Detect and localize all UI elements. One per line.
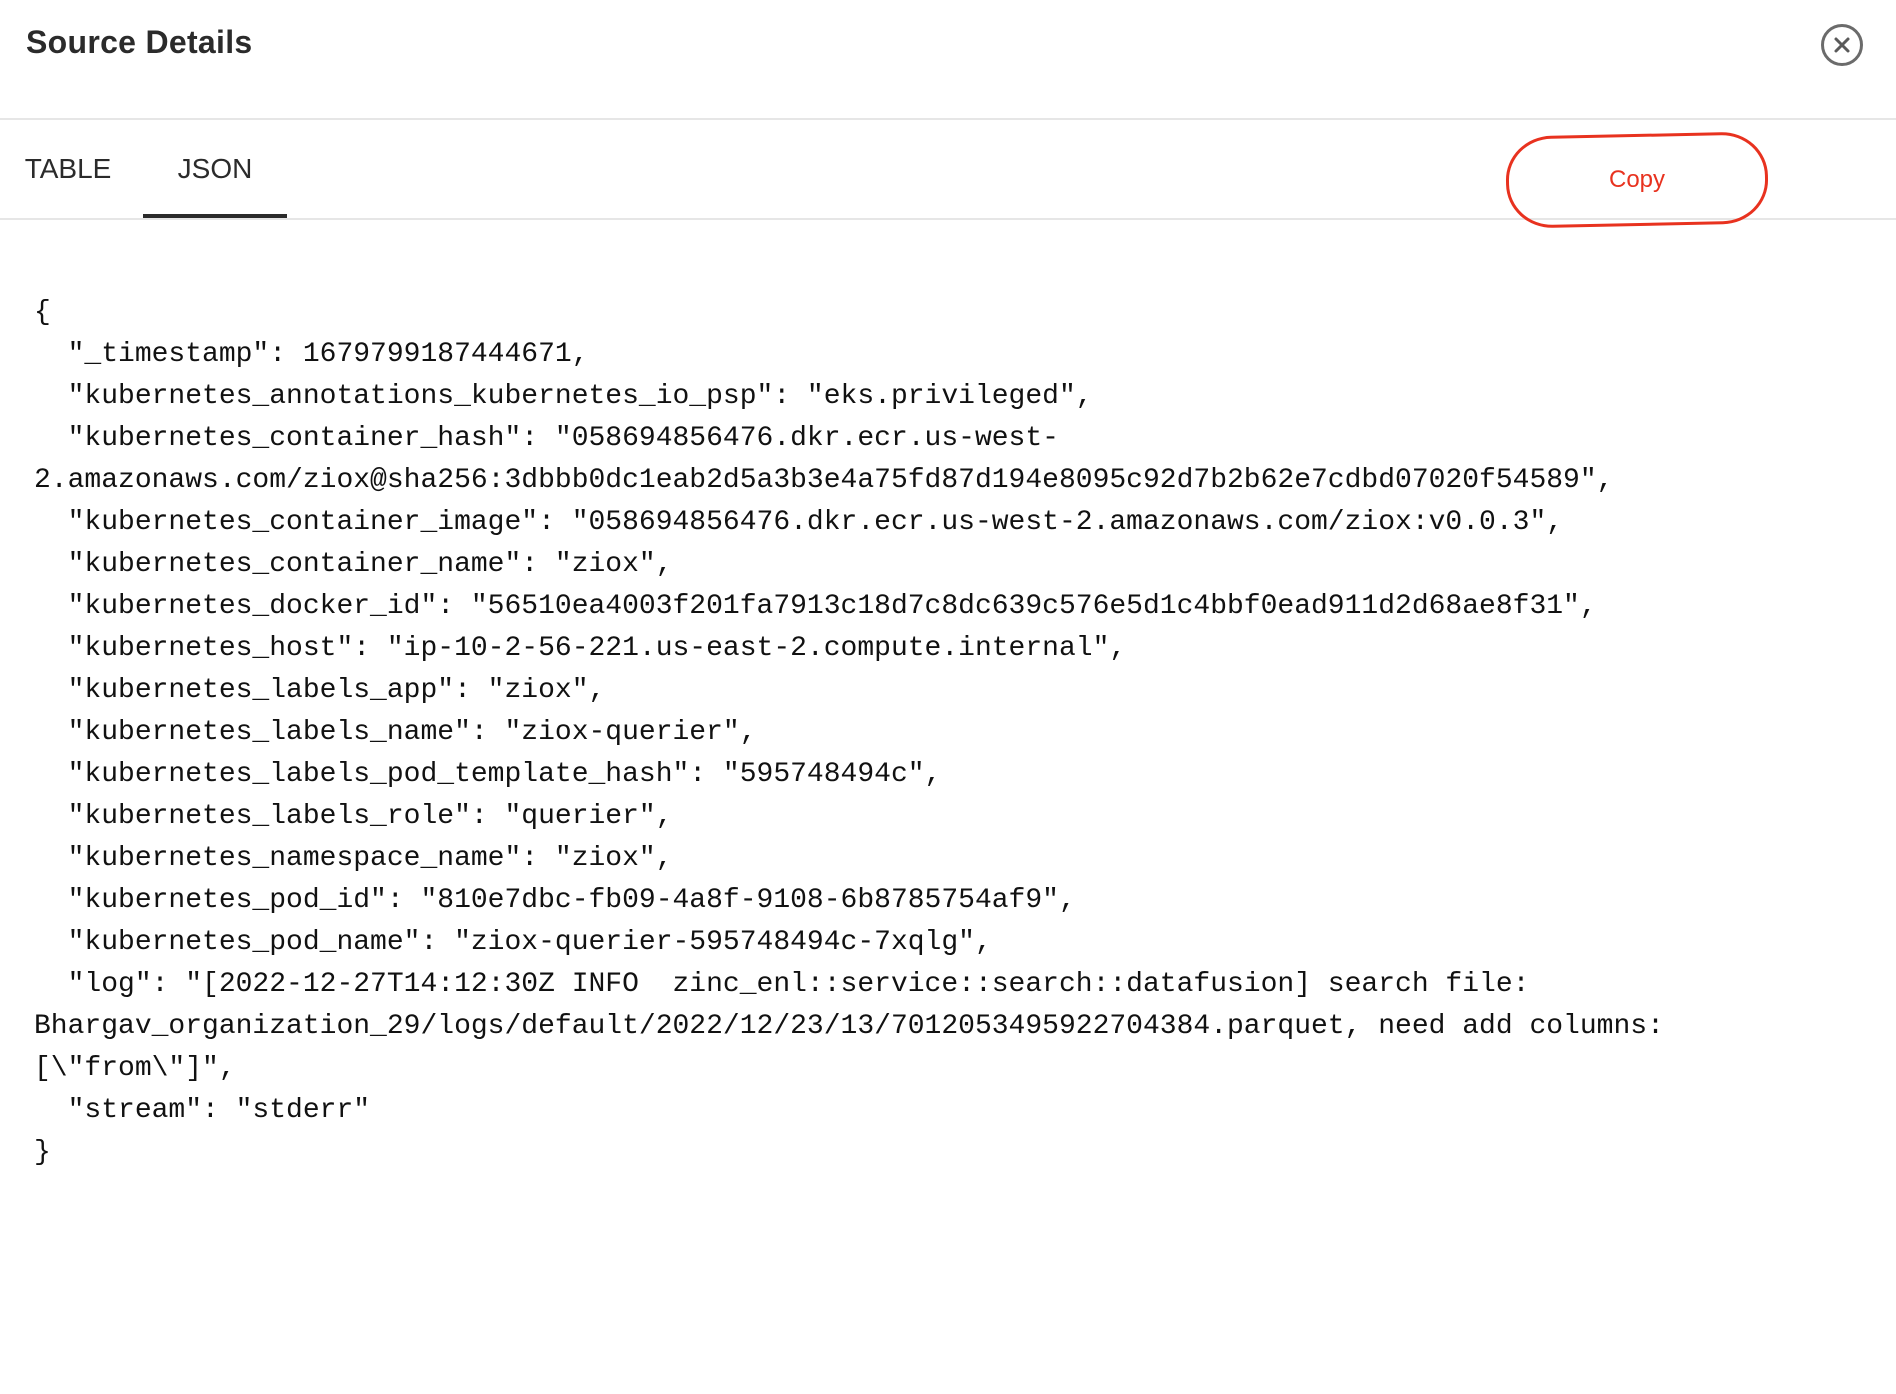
json-line: "kubernetes_container_name": "ziox", (34, 549, 673, 580)
json-line: "kubernetes_host": "ip-10-2-56-221.us-ea… (34, 633, 1127, 664)
json-line: "log": "[2022-12-27T14:12:30Z INFO zinc_… (34, 969, 1530, 1000)
copy-button[interactable]: Copy (1505, 131, 1769, 229)
json-line: "stream": "stderr" (34, 1095, 371, 1126)
json-line: 2.amazonaws.com/ziox@sha256:3dbbb0dc1eab… (34, 465, 1614, 496)
json-line: "kubernetes_labels_role": "querier", (34, 801, 673, 832)
json-line: "kubernetes_pod_name": "ziox-querier-595… (34, 927, 992, 958)
json-line: { (34, 297, 51, 328)
json-line: "kubernetes_labels_app": "ziox", (34, 675, 606, 706)
json-line: Bhargav_organization_29/logs/default/202… (34, 1011, 1664, 1042)
json-line: "kubernetes_docker_id": "56510ea4003f201… (34, 591, 1597, 622)
json-line: "kubernetes_container_hash": "0586948564… (34, 423, 1059, 454)
tab-json[interactable]: JSON (143, 120, 287, 218)
json-line: "kubernetes_annotations_kubernetes_io_ps… (34, 381, 1093, 412)
tab-table[interactable]: TABLE (0, 120, 136, 218)
dialog-title: Source Details (26, 24, 253, 60)
json-line: "kubernetes_labels_name": "ziox-querier"… (34, 717, 757, 748)
json-line: [\"from\"]", (34, 1053, 236, 1084)
close-icon (1834, 37, 1850, 53)
json-line: "kubernetes_container_image": "058694856… (34, 507, 1564, 538)
source-details-dialog: Source Details TABLE JSON Copy { "_times… (0, 0, 1896, 1394)
json-line: "kubernetes_namespace_name": "ziox", (34, 843, 673, 874)
json-line: } (34, 1137, 51, 1168)
json-line: "kubernetes_pod_id": "810e7dbc-fb09-4a8f… (34, 885, 1076, 916)
copy-button-label: Copy (1608, 166, 1666, 193)
close-button[interactable] (1821, 24, 1863, 66)
json-viewer: { "_timestamp": 1679799187444671, "kuber… (34, 292, 1854, 1174)
dialog-header: Source Details (0, 0, 1896, 120)
json-line: "kubernetes_labels_pod_template_hash": "… (34, 759, 942, 790)
json-line: "_timestamp": 1679799187444671, (34, 339, 589, 370)
